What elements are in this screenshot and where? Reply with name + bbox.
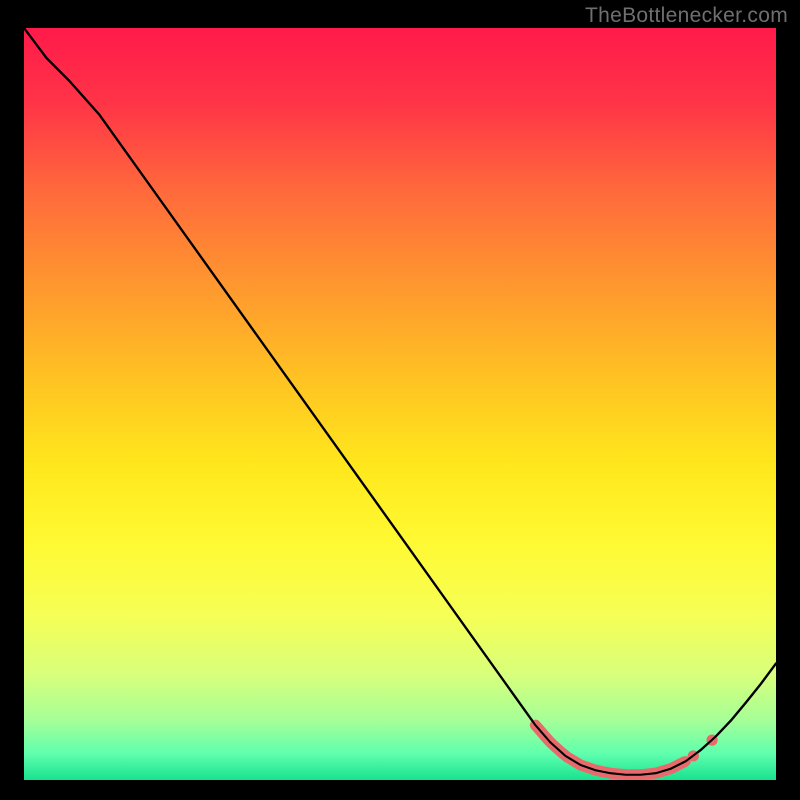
- chart-svg: [24, 28, 776, 780]
- plot-area: [24, 28, 776, 780]
- watermark-label: TheBottlenecker.com: [585, 4, 788, 28]
- gradient-background: [24, 28, 776, 780]
- chart-frame: TheBottlenecker.com: [0, 0, 800, 800]
